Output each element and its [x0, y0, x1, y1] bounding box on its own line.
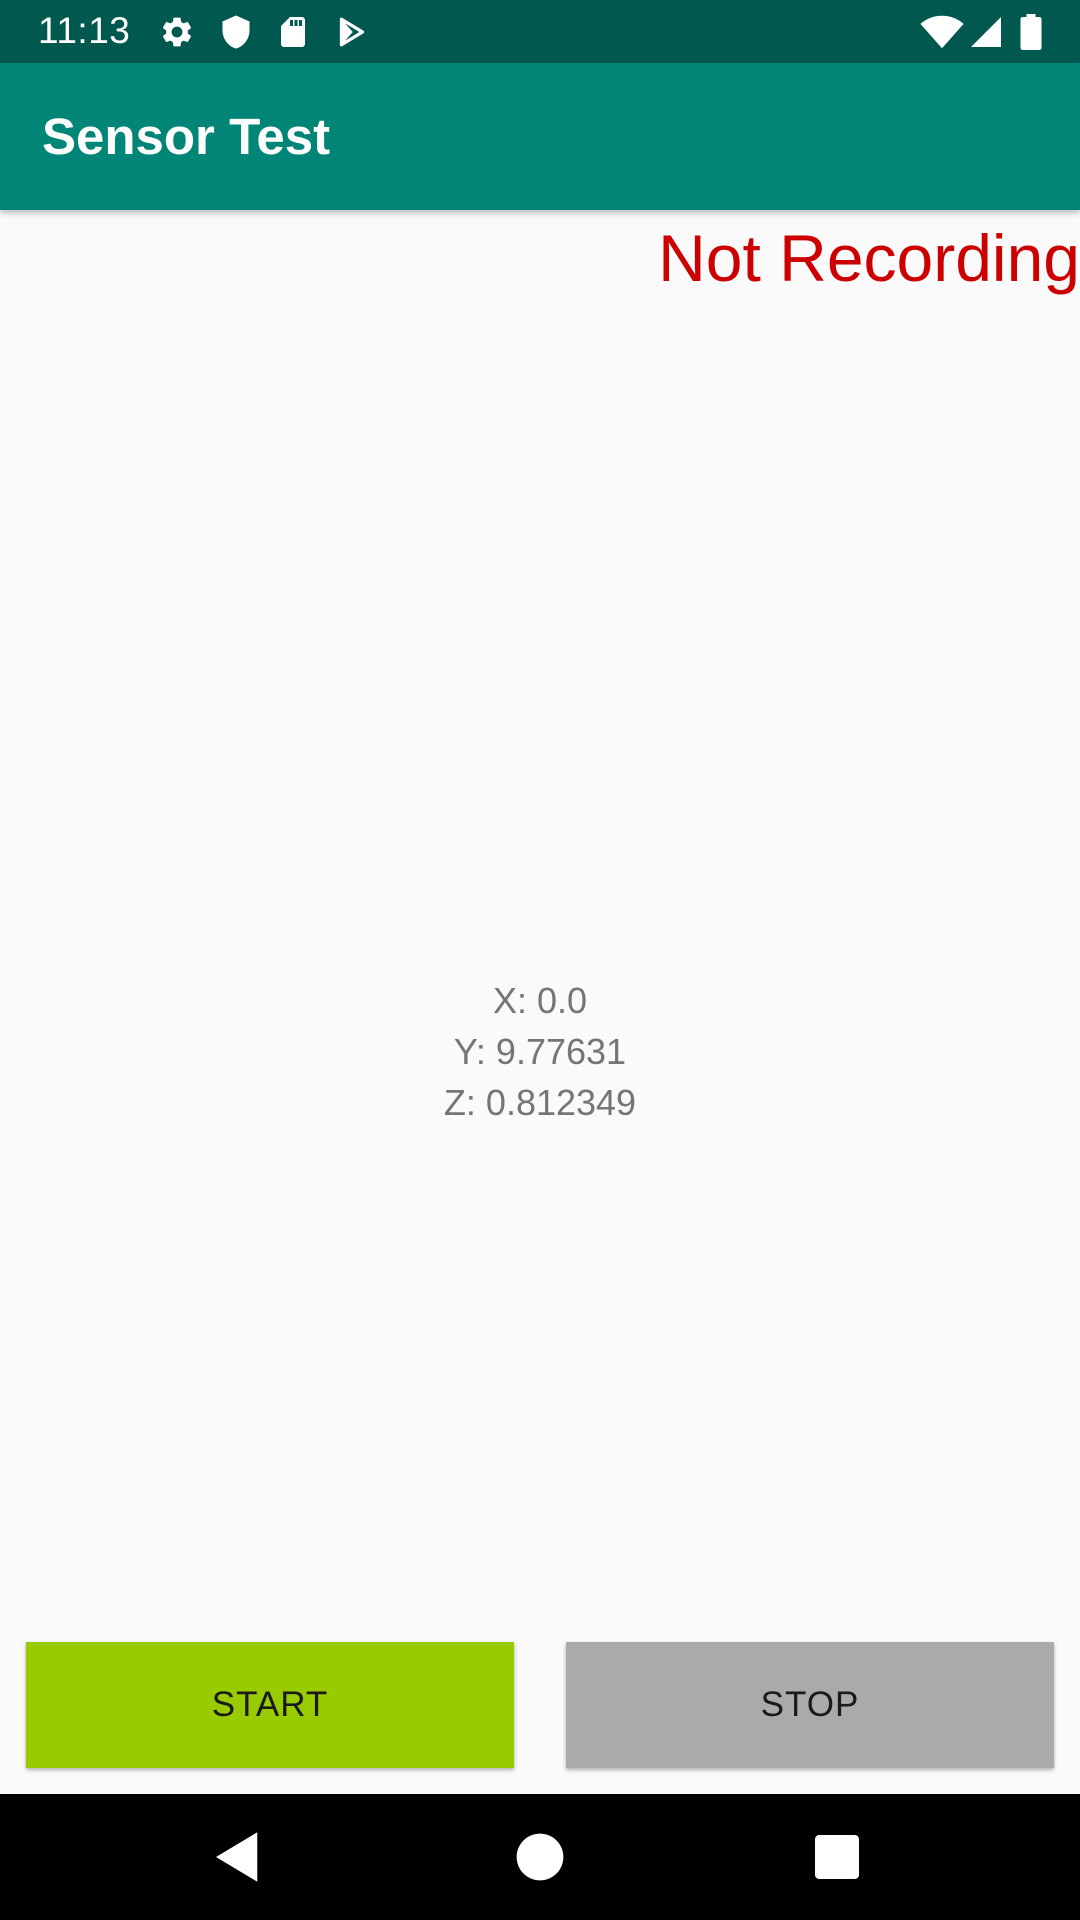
- play-protect-icon: [339, 17, 365, 47]
- stop-button[interactable]: STOP: [566, 1642, 1054, 1768]
- wifi-icon: [920, 15, 964, 49]
- reading-y: Y: 9.77631: [453, 1031, 627, 1072]
- start-button[interactable]: START: [26, 1642, 514, 1768]
- home-icon[interactable]: [507, 1824, 573, 1890]
- sensor-readings: X: 0.0 Y: 9.77631 Z: 0.812349: [0, 975, 1080, 1128]
- reading-z: Z: 0.812349: [443, 1082, 637, 1123]
- back-icon[interactable]: [205, 1824, 271, 1890]
- sd-card-icon: [281, 17, 305, 47]
- navigation-bar: [0, 1794, 1080, 1920]
- status-bar: 11:13: [0, 0, 1080, 63]
- recording-status: Not Recording: [658, 221, 1080, 295]
- recents-icon[interactable]: [804, 1824, 870, 1890]
- status-time: 11:13: [38, 10, 131, 51]
- reading-x: X: 0.0: [492, 980, 588, 1021]
- shield-icon: [222, 15, 250, 49]
- app-bar: Sensor Test: [0, 63, 1080, 210]
- battery-icon: [1020, 14, 1042, 50]
- app-title: Sensor Test: [42, 108, 331, 165]
- settings-icon: [162, 17, 192, 47]
- signal-icon: [971, 17, 1001, 47]
